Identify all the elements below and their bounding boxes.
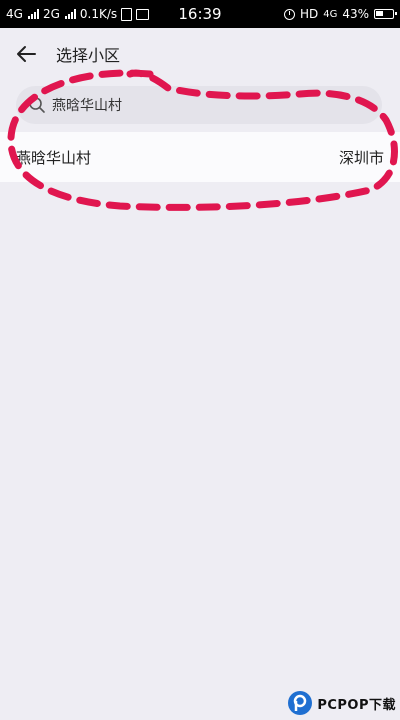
net-speed: 0.1K/s bbox=[79, 7, 118, 21]
sim-icon bbox=[121, 7, 133, 21]
status-left: 4G 2G 0.1K/s bbox=[6, 7, 200, 21]
sim1-label: 4G bbox=[6, 7, 23, 21]
alarm-icon bbox=[283, 8, 295, 20]
page-title: 选择小区 bbox=[56, 46, 121, 65]
search-icon bbox=[29, 97, 45, 113]
battery-percent: 43% bbox=[342, 7, 369, 21]
status-bar: 4G 2G 0.1K/s 16:39 HD 4G 43% bbox=[0, 0, 400, 28]
pcpop-logo-icon bbox=[288, 691, 313, 715]
back-arrow-icon bbox=[17, 46, 36, 62]
signal-icon bbox=[27, 9, 39, 19]
sim2-label: 2G bbox=[42, 7, 60, 21]
message-icon bbox=[136, 8, 150, 20]
page-header: 选择小区 bbox=[0, 28, 400, 80]
watermark-text: PCPOP下载 bbox=[317, 697, 396, 713]
signal-icon bbox=[64, 9, 76, 19]
result-name: 燕晗华山村 bbox=[16, 148, 92, 167]
net-type-label: 4G bbox=[323, 8, 338, 20]
search-bar[interactable] bbox=[16, 86, 382, 124]
back-button[interactable] bbox=[4, 32, 48, 76]
status-right: HD 4G 43% bbox=[200, 7, 397, 21]
search-input[interactable] bbox=[50, 96, 354, 114]
result-city: 深圳市 bbox=[338, 148, 384, 167]
battery-icon bbox=[374, 9, 397, 19]
hd-label: HD bbox=[299, 7, 319, 21]
result-item[interactable]: 燕晗华山村 深圳市 bbox=[0, 132, 400, 182]
watermark: PCPOP下载 bbox=[287, 690, 396, 716]
